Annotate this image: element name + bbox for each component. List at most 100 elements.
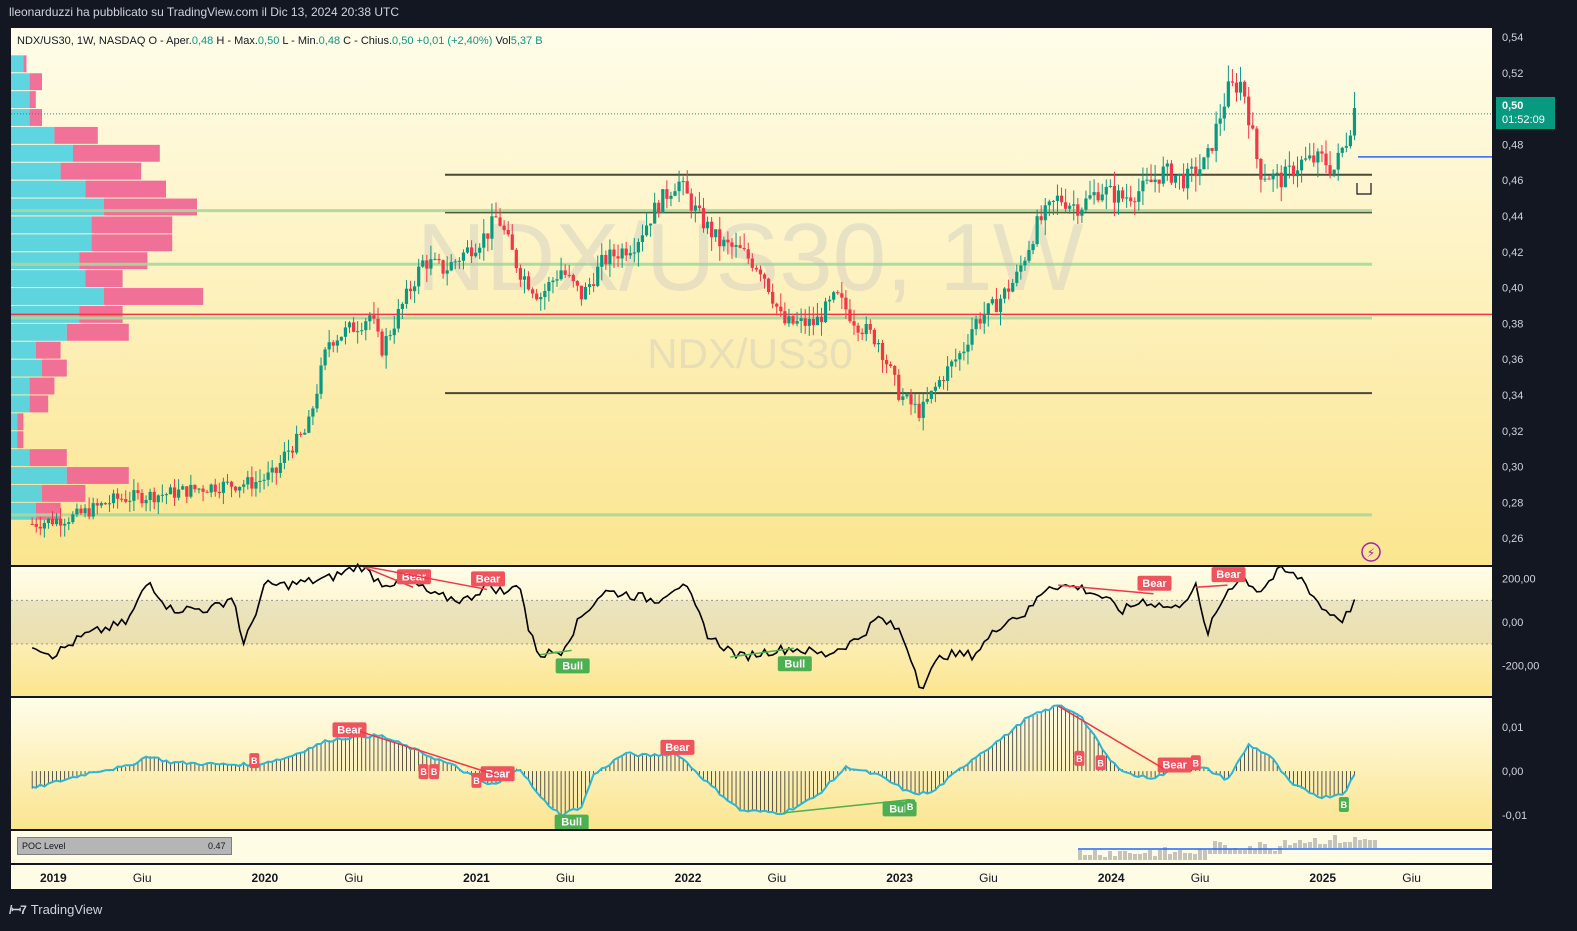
candle-body[interactable]	[270, 467, 274, 473]
candle-body[interactable]	[734, 245, 738, 247]
candle-body[interactable]	[547, 282, 551, 292]
candle-body[interactable]	[1255, 128, 1259, 159]
candle-body[interactable]	[901, 396, 905, 400]
candle-body[interactable]	[636, 241, 640, 253]
candle-body[interactable]	[1267, 178, 1271, 180]
candle-body[interactable]	[1031, 244, 1035, 251]
candle-body[interactable]	[783, 311, 787, 324]
candle-body[interactable]	[144, 500, 148, 504]
candle-body[interactable]	[502, 225, 506, 231]
candle-body[interactable]	[217, 491, 221, 493]
candle-body[interactable]	[1002, 288, 1007, 299]
candle-body[interactable]	[860, 332, 864, 335]
candle-body[interactable]	[1051, 200, 1055, 202]
candle-body[interactable]	[661, 189, 665, 214]
candle-body[interactable]	[848, 309, 852, 322]
candle-body[interactable]	[604, 254, 608, 265]
candle-body[interactable]	[1316, 151, 1320, 163]
candle-body[interactable]	[413, 286, 417, 292]
candle-body[interactable]	[1226, 81, 1230, 107]
candle-body[interactable]	[823, 301, 828, 323]
candle-body[interactable]	[262, 479, 266, 481]
candle-body[interactable]	[933, 386, 938, 391]
candle-body[interactable]	[531, 289, 535, 294]
candle-body[interactable]	[657, 202, 661, 214]
candle-body[interactable]	[1116, 190, 1121, 203]
candle-body[interactable]	[372, 315, 376, 319]
candle-body[interactable]	[339, 336, 343, 341]
candle-body[interactable]	[437, 258, 441, 261]
candle-body[interactable]	[1210, 148, 1214, 151]
candle-body[interactable]	[1238, 81, 1243, 93]
candle-body[interactable]	[1243, 81, 1247, 97]
candle-body[interactable]	[844, 297, 848, 310]
candle-body[interactable]	[303, 432, 307, 435]
candle-body[interactable]	[958, 353, 962, 360]
candle-body[interactable]	[327, 342, 331, 350]
candle-body[interactable]	[469, 247, 474, 257]
candle-body[interactable]	[189, 484, 193, 497]
candle-body[interactable]	[42, 523, 46, 529]
candle-body[interactable]	[229, 481, 234, 487]
candle-body[interactable]	[535, 293, 539, 300]
candle-body[interactable]	[1047, 201, 1051, 206]
candle-body[interactable]	[1251, 125, 1255, 129]
candle-body[interactable]	[1059, 195, 1064, 203]
candle-body[interactable]	[274, 467, 278, 473]
candle-body[interactable]	[278, 462, 282, 473]
candle-body[interactable]	[107, 503, 112, 505]
candle-body[interactable]	[1027, 250, 1031, 261]
candle-body[interactable]	[852, 321, 856, 326]
candle-body[interactable]	[396, 308, 400, 329]
candle-body[interactable]	[1169, 163, 1173, 183]
candle-body[interactable]	[539, 297, 543, 300]
candle-body[interactable]	[832, 292, 836, 300]
candle-body[interactable]	[754, 267, 758, 270]
candle-body[interactable]	[884, 359, 889, 365]
candle-body[interactable]	[205, 491, 209, 493]
candle-body[interactable]	[160, 494, 164, 496]
candle-body[interactable]	[990, 299, 994, 304]
candle-body[interactable]	[164, 494, 169, 496]
candle-body[interactable]	[705, 221, 710, 229]
candle-body[interactable]	[482, 233, 486, 248]
candle-body[interactable]	[1173, 175, 1178, 183]
candle-body[interactable]	[1234, 82, 1239, 93]
candle-body[interactable]	[307, 416, 311, 433]
candle-body[interactable]	[974, 319, 978, 330]
candle-body[interactable]	[282, 451, 287, 463]
candle-body[interactable]	[63, 523, 67, 526]
candle-body[interactable]	[286, 450, 291, 452]
candle-body[interactable]	[616, 256, 620, 259]
candle-body[interactable]	[91, 503, 95, 517]
candle-body[interactable]	[689, 193, 693, 211]
candle-body[interactable]	[1023, 260, 1027, 266]
candle-body[interactable]	[1141, 180, 1145, 192]
candle-body[interactable]	[246, 477, 250, 485]
candle-body[interactable]	[889, 364, 893, 367]
candle-body[interactable]	[156, 495, 160, 503]
candle-body[interactable]	[1222, 106, 1226, 119]
candle-body[interactable]	[807, 318, 811, 326]
candle-body[interactable]	[79, 508, 83, 514]
candle-body[interactable]	[665, 189, 669, 199]
candle-body[interactable]	[921, 401, 925, 418]
candle-body[interactable]	[644, 225, 649, 236]
candle-body[interactable]	[71, 514, 75, 523]
candle-body[interactable]	[587, 284, 592, 287]
candle-body[interactable]	[376, 318, 380, 332]
candle-body[interactable]	[1202, 157, 1206, 170]
candle-body[interactable]	[1007, 288, 1011, 292]
candle-body[interactable]	[95, 503, 99, 506]
candle-body[interactable]	[421, 260, 425, 267]
candle-body[interactable]	[132, 490, 136, 501]
candle-body[interactable]	[583, 286, 588, 300]
candle-body[interactable]	[868, 324, 872, 330]
candle-body[interactable]	[701, 208, 706, 229]
candle-body[interactable]	[673, 191, 677, 196]
candle-body[interactable]	[1177, 173, 1182, 176]
candle-body[interactable]	[311, 408, 315, 417]
candle-body[interactable]	[1218, 118, 1222, 124]
candle-body[interactable]	[238, 486, 242, 491]
candle-body[interactable]	[197, 488, 201, 490]
